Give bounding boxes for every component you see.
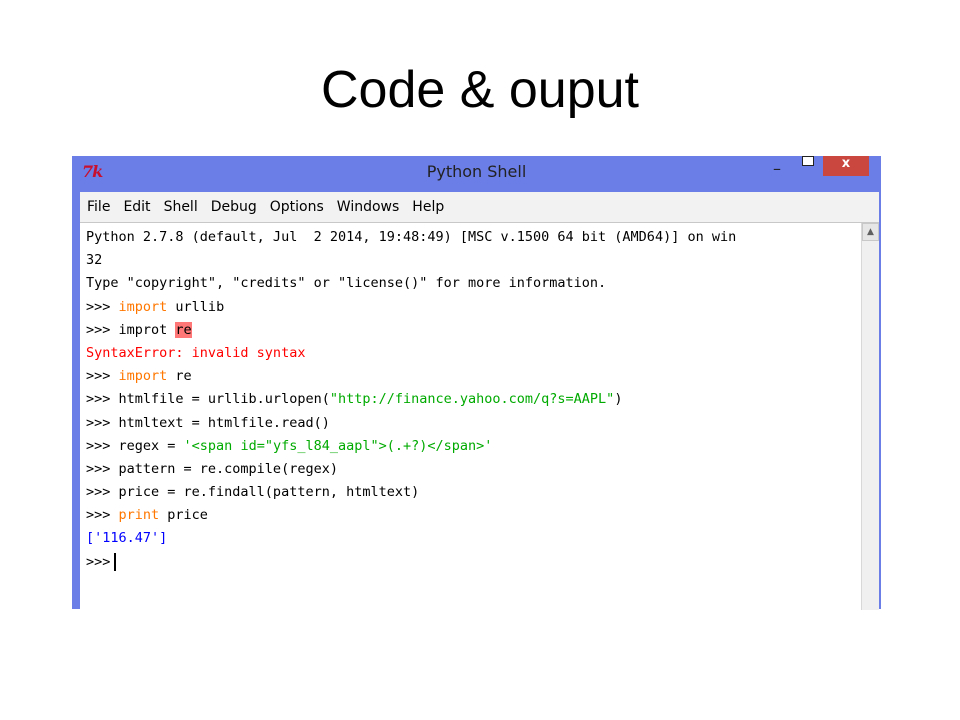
shell-line: ['116.47'] [86,527,860,550]
shell-text-segment: >>> [86,368,119,385]
shell-text-segment: print [118,507,160,524]
shell-text-segment: re [175,321,192,338]
shell-line: 32 [86,249,860,272]
shell-text-segment: urllib [167,298,225,315]
menu-item-file[interactable]: File [87,199,110,215]
menu-item-windows[interactable]: Windows [337,199,400,215]
shell-text-segment: Python 2.7.8 (default, Jul 2 2014, 19:48… [86,229,737,245]
shell-line: >>> print price [86,504,860,527]
shell-text-segment: >>> [86,507,119,524]
maximize-icon [802,156,814,166]
shell-text-segment: >>> [86,298,119,315]
python-shell-window: 7k Python Shell – x File Edit Shell Debug Op… [72,156,881,610]
shell-text-segment: 32 [86,252,103,269]
slide-title: Code & ouput [320,61,640,119]
text-cursor [114,552,117,571]
shell-text-segment: >>> regex = [86,437,184,454]
title-bar[interactable]: 7k Python Shell – x [72,156,881,192]
scroll-up-arrow-icon[interactable]: ▲ [862,223,879,241]
shell-line: Python 2.7.8 (default, Jul 2 2014, 19:48… [86,226,860,249]
shell-text-segment: >>> htmlfile = urllib.urlopen( [86,391,330,408]
maximize-button[interactable] [796,156,818,178]
window-title: Python Shell [426,162,527,181]
shell-line: >>> htmlfile = urllib.urlopen("http://fi… [86,388,860,411]
shell-text-segment: Type "copyright", "credits" or "license(… [86,275,607,292]
shell-text-segment: import [118,368,168,385]
shell-text-segment: ) [614,391,623,408]
close-button[interactable]: x [823,156,869,176]
vertical-scrollbar[interactable]: ▲ [861,223,879,610]
shell-line: >>> [86,551,860,574]
shell-text-segment: '<span id="yfs_l84_aapl">(.+?)</span>' [183,437,493,454]
shell-line: Type "copyright", "credits" or "license(… [86,272,860,295]
shell-text-segment: >>> htmltext = htmlfile.read() [86,414,330,431]
menu-item-help[interactable]: Help [412,199,444,215]
shell-text-segment: >>> [86,553,111,570]
shell-text-segment: >>> pattern = re.compile(regex) [86,460,338,477]
menu-bar: File Edit Shell Debug Options Windows Help [80,192,879,222]
shell-line: >>> regex = '<span id="yfs_l84_aapl">(.+… [86,435,860,458]
shell-line: >>> improt re [86,319,860,342]
shell-text-area[interactable]: Python 2.7.8 (default, Jul 2 2014, 19:48… [80,223,860,610]
shell-content: Python 2.7.8 (default, Jul 2 2014, 19:48… [80,222,879,610]
minimize-button[interactable]: – [766,158,788,180]
shell-text-segment: >>> improt [86,321,176,338]
menu-item-edit[interactable]: Edit [123,199,150,215]
shell-line: >>> price = re.findall(pattern, htmltext… [86,481,860,504]
shell-line: >>> import urllib [86,296,860,319]
shell-text-segment: price [159,507,208,524]
menu-item-shell[interactable]: Shell [164,199,198,215]
shell-text-segment: >>> price = re.findall(pattern, htmltext… [86,484,420,501]
menu-item-debug[interactable]: Debug [211,199,257,215]
shell-text-segment: re [167,368,192,385]
shell-text-segment: SyntaxError: invalid syntax [86,344,306,361]
menu-item-options[interactable]: Options [270,199,324,215]
shell-line: SyntaxError: invalid syntax [86,342,860,365]
shell-line: >>> pattern = re.compile(regex) [86,458,860,481]
shell-text-segment: "http://finance.yahoo.com/q?s=AAPL" [329,391,615,408]
shell-line: >>> htmltext = htmlfile.read() [86,412,860,435]
shell-text-segment: ['116.47'] [86,530,168,547]
shell-line: >>> import re [86,365,860,388]
shell-text-segment: import [118,298,168,315]
